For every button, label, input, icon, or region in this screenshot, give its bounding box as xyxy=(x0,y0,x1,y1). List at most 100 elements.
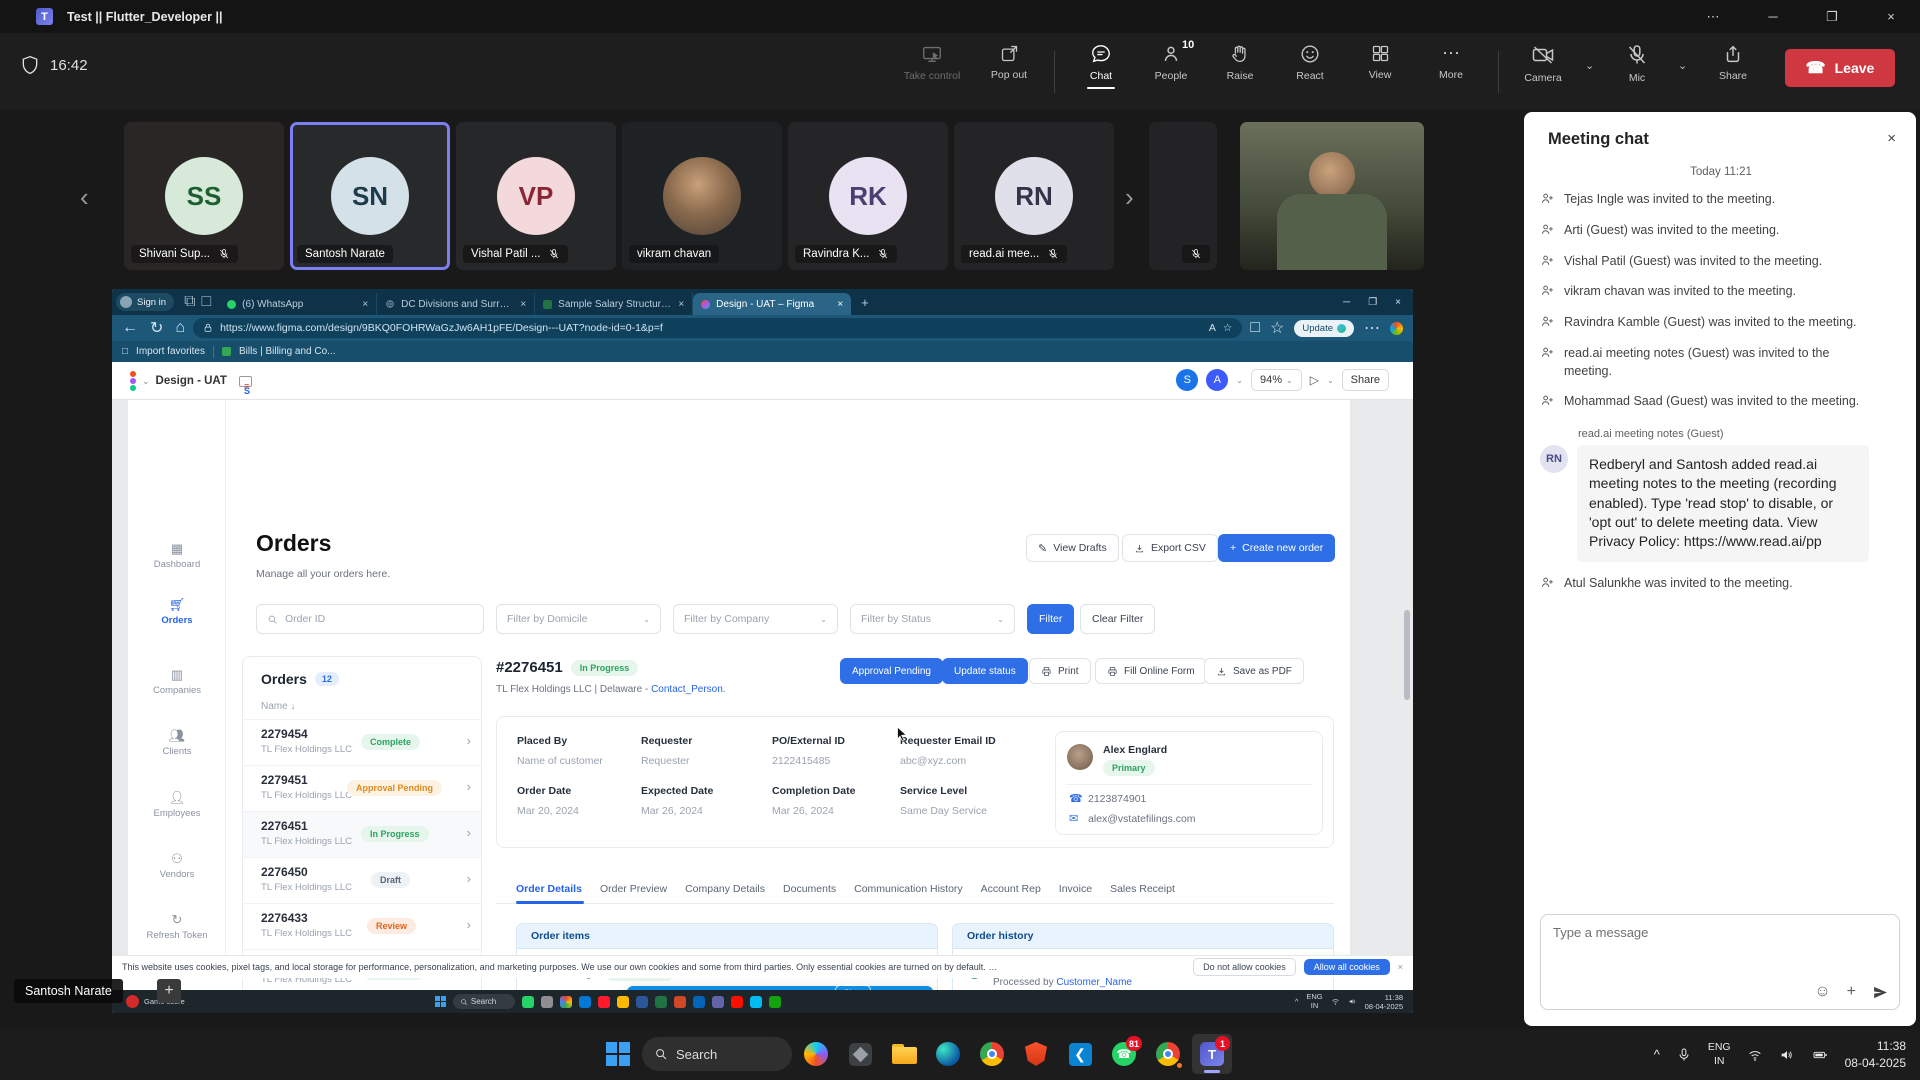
filter-button[interactable]: Filter xyxy=(1027,604,1074,634)
video-tile[interactable]: SS Shivani Sup... xyxy=(124,122,284,270)
video-tile[interactable]: RK Ravindra K... xyxy=(788,122,948,270)
update-status-button[interactable]: Update status xyxy=(942,658,1028,684)
tray-chevron-icon[interactable]: ^ xyxy=(1295,997,1299,1006)
browser-tab[interactable]: (6) WhatsApp× xyxy=(219,293,377,315)
titlebar-more-icon[interactable]: ⋯ xyxy=(1690,0,1736,33)
address-field[interactable]: https://www.figma.com/design/9BKQ0FOHRWa… xyxy=(193,318,1242,338)
camera-dropdown-chevron[interactable]: ⌄ xyxy=(1585,59,1594,72)
wifi-icon[interactable] xyxy=(1747,1047,1763,1063)
browser-close-icon[interactable]: × xyxy=(1395,297,1401,308)
send-icon[interactable] xyxy=(1872,984,1889,1001)
order-row[interactable]: 2279454TL Flex Holdings LLC Complete› xyxy=(243,719,482,765)
view-button[interactable]: View xyxy=(1347,43,1413,81)
present-play-icon[interactable]: ▷ xyxy=(1310,373,1319,387)
people-button[interactable]: 10 People xyxy=(1138,43,1204,82)
fill-online-form-button[interactable]: Fill Online Form xyxy=(1095,658,1207,684)
video-tile[interactable]: vikram chavan xyxy=(622,122,782,270)
tiles-scroll-left-icon[interactable]: ‹ xyxy=(80,182,89,213)
app-icon[interactable] xyxy=(541,996,553,1008)
avatar-chevron[interactable]: ⌄ xyxy=(1236,376,1243,385)
sidebar-item-refresh-token[interactable]: ↻Refresh Token xyxy=(128,913,226,941)
start-icon[interactable] xyxy=(435,996,446,1007)
order-row[interactable]: 2276433TL Flex Holdings LLC Review› xyxy=(243,903,482,949)
view-drafts-button[interactable]: ✎View Drafts xyxy=(1026,534,1119,562)
raise-hand-button[interactable]: Raise xyxy=(1207,43,1273,82)
name-column-header[interactable]: Name ↓ xyxy=(261,701,295,712)
tab-close-icon[interactable]: × xyxy=(362,299,368,310)
tab-close-icon[interactable]: × xyxy=(678,299,684,310)
tab-company-details[interactable]: Company Details xyxy=(685,883,765,895)
sidebar-item-employees[interactable]: 👤︎Employees xyxy=(128,791,226,819)
collaborator-avatar[interactable]: S xyxy=(1176,369,1198,391)
collaborator-avatar[interactable]: A xyxy=(1206,369,1228,391)
sidebar-item-clients[interactable]: 👥︎Clients xyxy=(128,729,226,757)
tab-order-preview[interactable]: Order Preview xyxy=(600,883,667,895)
chat-input-box[interactable]: Type a message ☺ + xyxy=(1540,914,1900,1010)
search-pill[interactable]: Search xyxy=(453,994,515,1009)
browser-profile-button[interactable]: Sign in xyxy=(116,293,174,311)
approval-pending-button[interactable]: Approval Pending xyxy=(840,658,943,684)
chrome-profile-icon[interactable] xyxy=(1148,1034,1188,1074)
cookie-close-icon[interactable]: × xyxy=(1398,962,1403,972)
allow-cookies-button[interactable]: Allow all cookies xyxy=(1304,959,1390,975)
teams-icon-active[interactable]: T 1 xyxy=(1192,1034,1232,1074)
sidebar-item-orders[interactable]: 🛒︎Orders xyxy=(128,598,226,626)
app-icon[interactable] xyxy=(769,996,781,1008)
deny-cookies-button[interactable]: Do not allow cookies xyxy=(1193,958,1296,976)
react-button[interactable]: React xyxy=(1277,43,1343,82)
vscode-icon[interactable]: ❮ xyxy=(1060,1034,1100,1074)
opera-icon[interactable] xyxy=(598,996,610,1008)
tiles-scroll-right-icon[interactable]: › xyxy=(1125,182,1134,213)
outlook-icon[interactable] xyxy=(693,996,705,1008)
order-row[interactable]: 2276450TL Flex Holdings LLC Draft› xyxy=(243,857,482,903)
clock[interactable]: 11:3808-04-2025 xyxy=(1845,1038,1906,1070)
tray-mic-icon[interactable] xyxy=(1676,1047,1692,1063)
tab-close-icon[interactable]: × xyxy=(837,299,843,310)
browser-tab-active[interactable]: Design - UAT – Figma× xyxy=(693,293,851,315)
contact-phone[interactable]: 2123874901 xyxy=(1088,793,1146,805)
mini-clock[interactable]: 11:3808-04-2025 xyxy=(1365,993,1403,1011)
sidebar-item-vendors[interactable]: ⚇Vendors xyxy=(128,852,226,880)
filter-domicile-select[interactable]: Filter by Domicile⌄ xyxy=(496,604,661,634)
battery-icon[interactable] xyxy=(1811,1047,1829,1063)
share-button[interactable]: Share xyxy=(1700,43,1766,82)
teams-icon[interactable] xyxy=(712,996,724,1008)
create-new-order-button[interactable]: +Create new order xyxy=(1218,534,1335,562)
start-button[interactable] xyxy=(598,1034,638,1074)
cookie-settings-link[interactable]: Cookies settings xyxy=(988,962,1002,972)
contact-person-link[interactable]: Contact_Person. xyxy=(651,684,726,695)
powerpoint-icon[interactable] xyxy=(674,996,686,1008)
clear-filter-button[interactable]: Clear Filter xyxy=(1080,604,1155,634)
tab-order-details[interactable]: Order Details xyxy=(516,883,582,895)
filter-status-select[interactable]: Filter by Status⌄ xyxy=(850,604,1015,634)
volume-icon[interactable] xyxy=(1779,1047,1795,1063)
split-screen-icon[interactable]: □ xyxy=(1250,319,1260,337)
video-tile-active[interactable]: SN Santosh Narate xyxy=(290,122,450,270)
figma-menu-chevron[interactable]: ⌄ xyxy=(142,376,150,387)
video-tile[interactable]: VP Vishal Patil ... xyxy=(456,122,616,270)
home-icon[interactable]: ⌂ xyxy=(175,319,185,337)
filter-company-select[interactable]: Filter by Company⌄ xyxy=(673,604,838,634)
language-indicator[interactable]: ENGIN xyxy=(1708,1041,1731,1067)
read-aloud-icon[interactable]: A xyxy=(1209,322,1216,334)
tab-communication-history[interactable]: Communication History xyxy=(854,883,963,895)
brave-icon[interactable] xyxy=(1016,1034,1056,1074)
chat-button[interactable]: Chat xyxy=(1068,43,1134,82)
browser-restore-icon[interactable]: ❐ xyxy=(1368,297,1377,308)
save-as-pdf-button[interactable]: Save as PDF xyxy=(1204,658,1304,684)
tab-invoice[interactable]: Invoice xyxy=(1059,883,1092,895)
new-tab-icon[interactable]: + xyxy=(861,295,869,310)
whatsapp-icon[interactable] xyxy=(522,996,534,1008)
app-icon[interactable] xyxy=(750,996,762,1008)
update-browser-button[interactable]: Update xyxy=(1294,320,1354,337)
figma-logo-icon[interactable] xyxy=(130,371,136,391)
maximize-button[interactable]: ❐ xyxy=(1809,0,1855,33)
browser-menu-icon[interactable]: ⋯ xyxy=(1364,318,1380,338)
edge-icon[interactable] xyxy=(579,996,591,1008)
tab-sales-receipt[interactable]: Sales Receipt xyxy=(1110,883,1175,895)
refresh-icon[interactable]: ↻ xyxy=(150,318,163,338)
order-row-selected[interactable]: 2276451TL Flex Holdings LLC In Progress› xyxy=(243,811,482,857)
tab-account-rep[interactable]: Account Rep xyxy=(981,883,1041,895)
chat-message-bubble[interactable]: Redberyl and Santosh added read.ai meeti… xyxy=(1577,445,1869,562)
customer-name-link[interactable]: Customer_Name xyxy=(1056,977,1132,988)
